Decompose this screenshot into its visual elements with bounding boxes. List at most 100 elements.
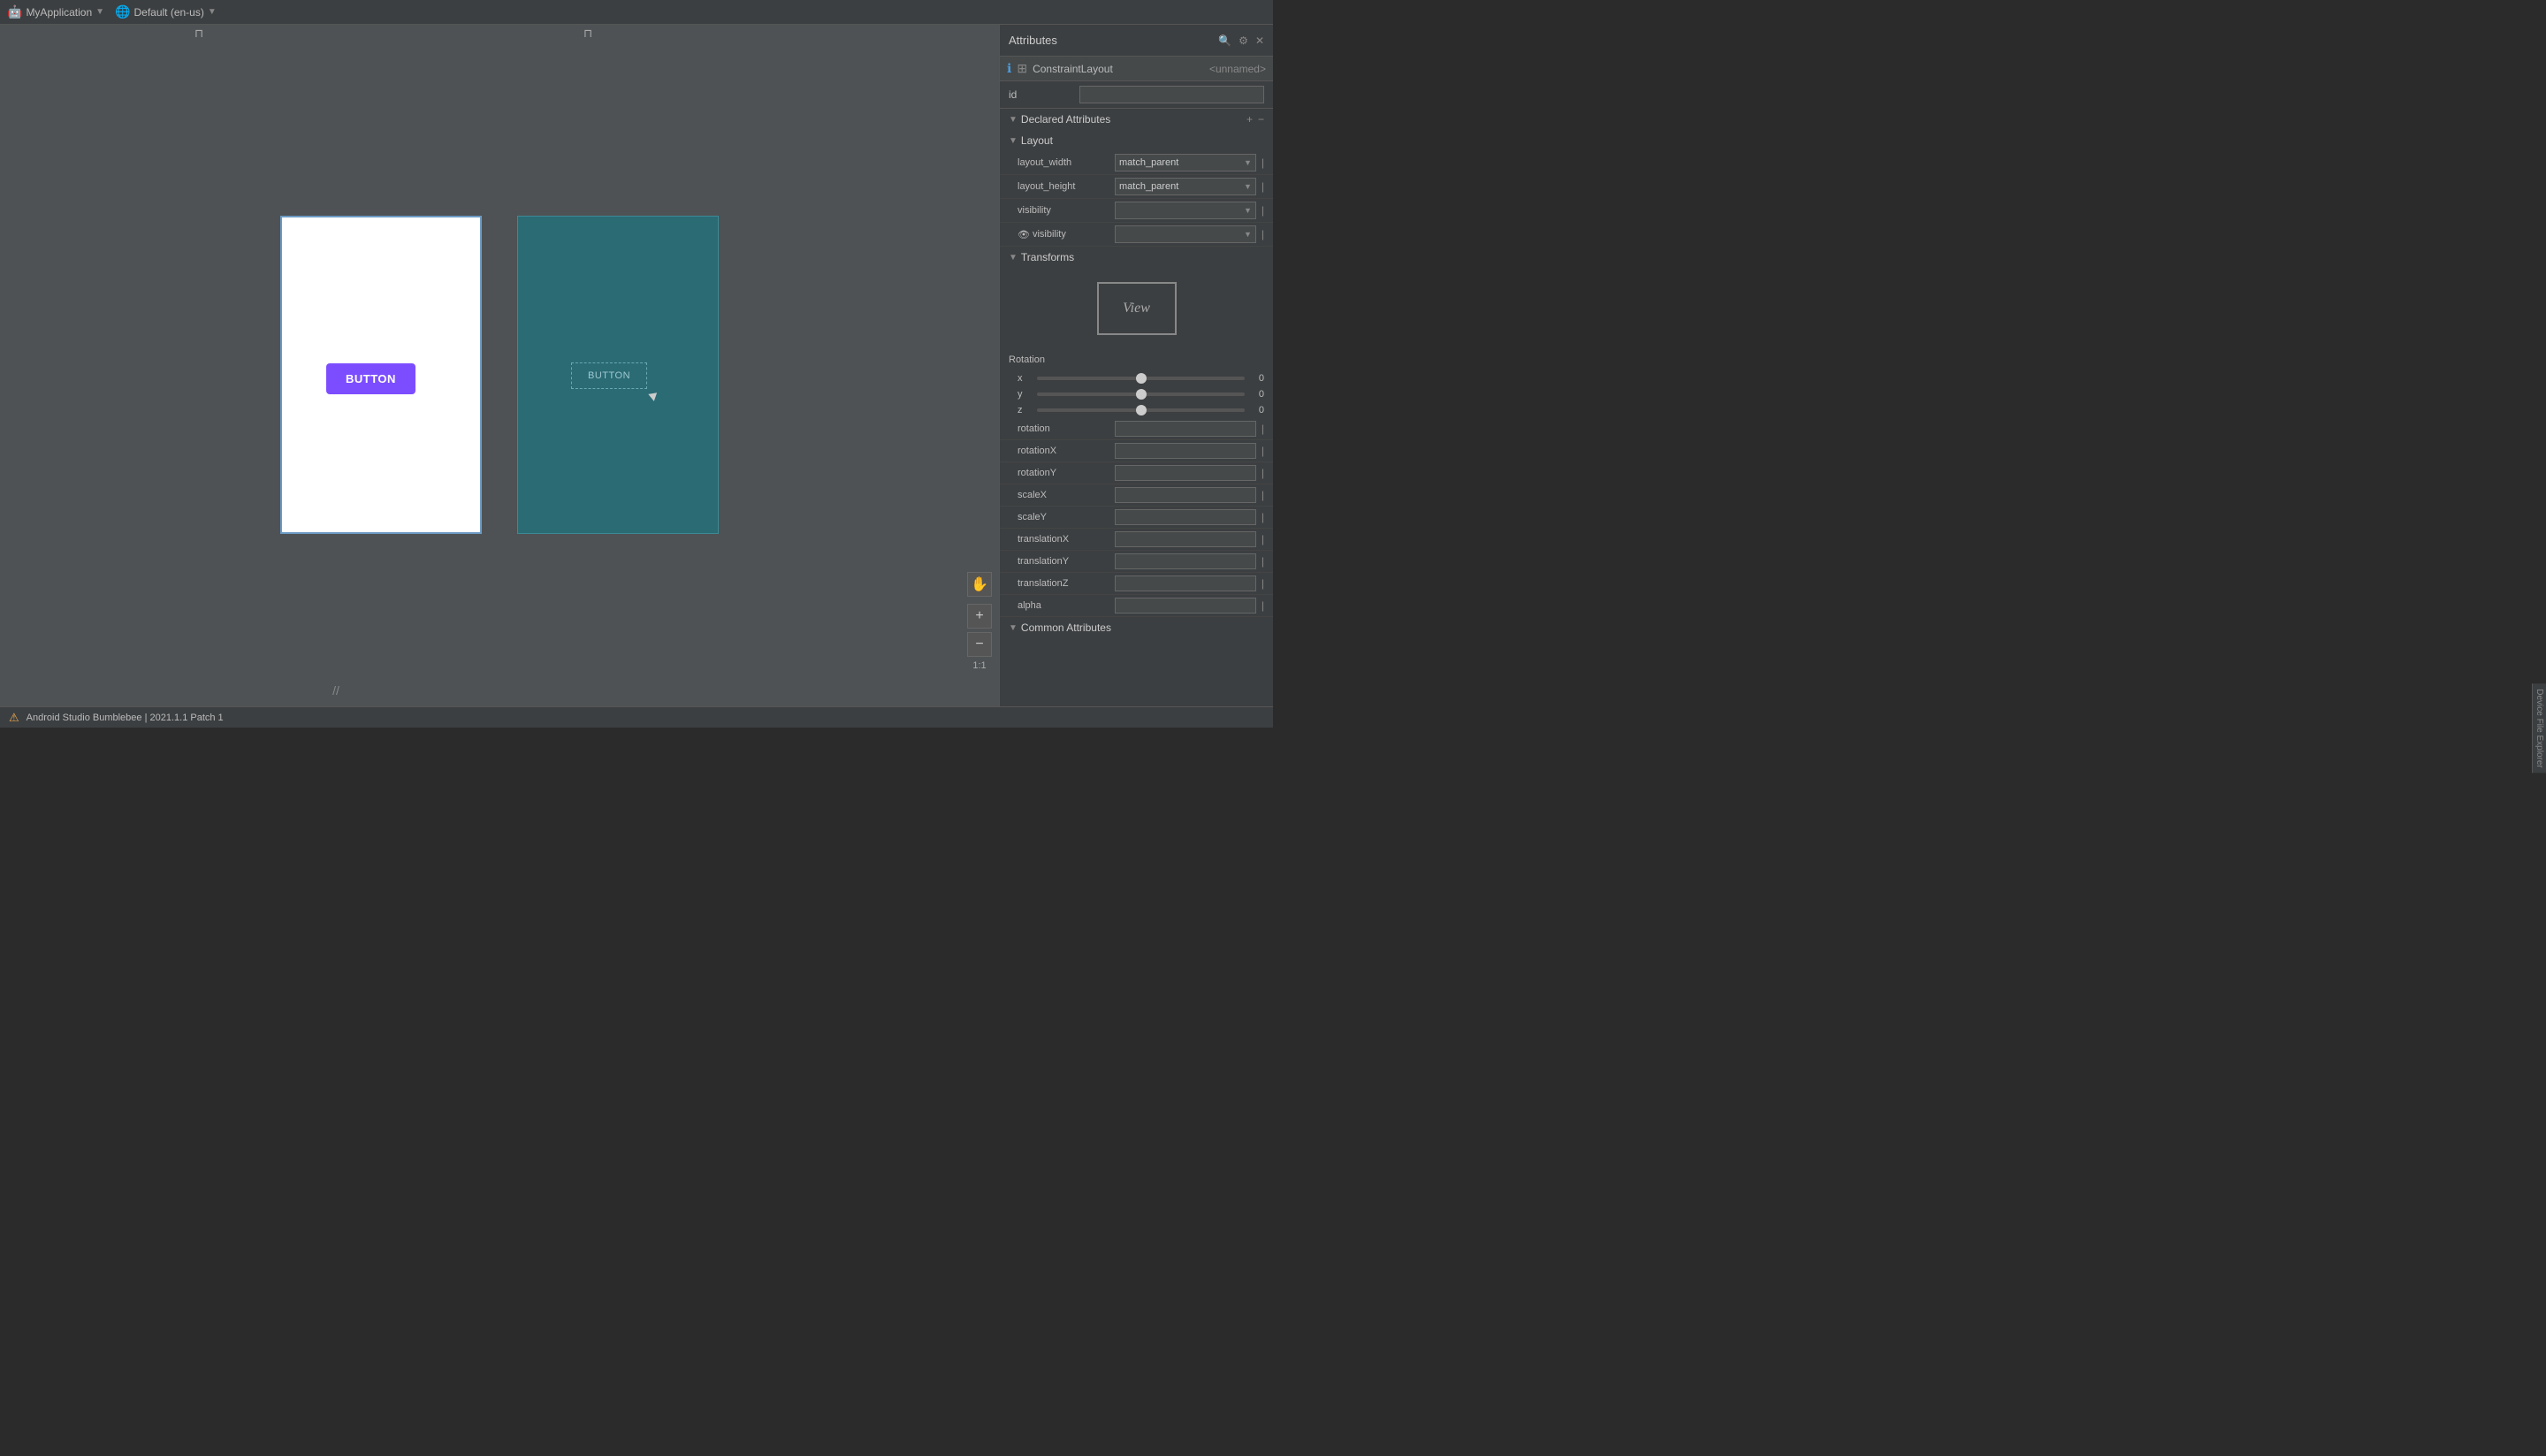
visibility-row: visibility ▼ | xyxy=(1000,199,1273,223)
visibility-side-icon[interactable]: | xyxy=(1262,204,1264,217)
panel-header-icons: 🔍 ⚙ ✕ xyxy=(1218,34,1264,47)
add-attribute-button[interactable]: + xyxy=(1246,113,1253,126)
layout-width-dropdown-text: match_parent xyxy=(1119,157,1178,168)
translationZ-side-icon[interactable]: | xyxy=(1262,577,1264,590)
scaleY-input[interactable] xyxy=(1115,509,1256,525)
dark-frame-button[interactable]: BUTTON xyxy=(571,362,647,389)
rotation-z-slider[interactable] xyxy=(1037,408,1245,412)
id-row: id xyxy=(1000,81,1273,109)
visibility2-label: 👁 visibility xyxy=(1018,229,1115,240)
transforms-label: Transforms xyxy=(1021,251,1264,263)
layout-height-dropdown-text: match_parent xyxy=(1119,181,1178,192)
declared-attributes-label: Declared Attributes xyxy=(1021,113,1243,126)
id-label: id xyxy=(1009,88,1079,101)
layout-section-header[interactable]: ▼ Layout xyxy=(1000,130,1273,151)
rotation-y-row: y 0 xyxy=(1000,386,1273,402)
config-icon: 🌐 xyxy=(115,4,130,19)
rotation-header-row: Rotation xyxy=(1000,349,1273,370)
scaleX-input[interactable] xyxy=(1115,487,1256,503)
view-preview-container: View xyxy=(1000,268,1273,349)
visibility-dropdown[interactable]: ▼ xyxy=(1115,202,1256,219)
config-name: Default (en-us) xyxy=(133,6,203,19)
visibility2-row: 👁 visibility ▼ | xyxy=(1000,223,1273,247)
layout-width-row: layout_width match_parent ▼ | xyxy=(1000,151,1273,175)
rotation-z-value: 0 xyxy=(1250,405,1264,415)
pin-left: ⊓ xyxy=(194,27,203,41)
rotation-attr-label: rotation xyxy=(1018,423,1115,434)
translationX-side-icon[interactable]: | xyxy=(1262,533,1264,545)
id-input[interactable] xyxy=(1079,86,1264,103)
rotationY-row: rotationY | xyxy=(1000,462,1273,484)
rotation-z-label: z xyxy=(1018,405,1032,415)
layout-section-label: Layout xyxy=(1021,134,1264,147)
scaleY-side-icon[interactable]: | xyxy=(1262,511,1264,523)
layout-width-value: match_parent ▼ | xyxy=(1115,154,1264,172)
rotationX-input[interactable] xyxy=(1115,443,1256,459)
scaleX-side-icon[interactable]: | xyxy=(1262,489,1264,501)
layout-height-side-icon[interactable]: | xyxy=(1262,180,1264,193)
rotation-attr-row: rotation | xyxy=(1000,418,1273,440)
layout-width-dropdown-arrow: ▼ xyxy=(1244,158,1252,167)
common-attributes-section-header[interactable]: ▼ Common Attributes xyxy=(1000,617,1273,638)
layout-chevron: ▼ xyxy=(1009,136,1018,146)
zoom-label: 1:1 xyxy=(972,660,986,671)
translationZ-row: translationZ | xyxy=(1000,573,1273,595)
rotation-y-value: 0 xyxy=(1250,389,1264,400)
declared-attributes-section-header[interactable]: ▼ Declared Attributes + − xyxy=(1000,109,1273,130)
rotationX-value: | xyxy=(1115,443,1264,459)
translationY-input[interactable] xyxy=(1115,553,1256,569)
rotation-x-label: x xyxy=(1018,373,1032,384)
rotation-y-slider[interactable] xyxy=(1037,393,1245,396)
light-frame-button[interactable]: BUTTON xyxy=(326,363,415,394)
layout-width-dropdown[interactable]: match_parent ▼ xyxy=(1115,154,1256,172)
layout-height-dropdown[interactable]: match_parent ▼ xyxy=(1115,178,1256,195)
rotation-x-row: x 0 xyxy=(1000,370,1273,386)
scaleY-row: scaleY | xyxy=(1000,507,1273,529)
zoom-out-button[interactable]: − xyxy=(967,632,992,657)
translationY-side-icon[interactable]: | xyxy=(1262,555,1264,568)
rotationY-value: | xyxy=(1115,465,1264,481)
alpha-input[interactable] xyxy=(1115,598,1256,614)
visibility2-dropdown-arrow: ▼ xyxy=(1244,230,1252,239)
settings-icon[interactable]: ⚙ xyxy=(1239,34,1248,47)
rotationY-side-icon[interactable]: | xyxy=(1262,467,1264,479)
config-selector[interactable]: 🌐 Default (en-us) ▼ xyxy=(115,4,217,19)
remove-attribute-button[interactable]: − xyxy=(1258,113,1264,126)
status-bar: ⚠ Android Studio Bumblebee | 2021.1.1 Pa… xyxy=(0,706,1273,728)
alpha-value: | xyxy=(1115,598,1264,614)
visibility2-side-icon[interactable]: | xyxy=(1262,228,1264,240)
layout-height-row: layout_height match_parent ▼ | xyxy=(1000,175,1273,199)
rotation-z-row: z 0 xyxy=(1000,402,1273,418)
transforms-section-header[interactable]: ▼ Transforms xyxy=(1000,247,1273,268)
constraint-layout-name: ConstraintLayout xyxy=(1033,63,1113,75)
alpha-side-icon[interactable]: | xyxy=(1262,599,1264,612)
scaleX-label: scaleX xyxy=(1018,490,1115,500)
translationX-input[interactable] xyxy=(1115,531,1256,547)
zoom-in-button[interactable]: + xyxy=(967,604,992,629)
rotation-attr-side-icon[interactable]: | xyxy=(1262,423,1264,435)
translationY-value: | xyxy=(1115,553,1264,569)
rotationX-side-icon[interactable]: | xyxy=(1262,445,1264,457)
panel-content[interactable]: ▼ Declared Attributes + − ▼ Layout layou… xyxy=(1000,109,1273,706)
common-attributes-label: Common Attributes xyxy=(1021,621,1264,634)
rotationY-input[interactable] xyxy=(1115,465,1256,481)
translationX-label: translationX xyxy=(1018,534,1115,545)
pan-tool-button[interactable]: ✋ xyxy=(967,572,992,597)
layout-height-dropdown-arrow: ▼ xyxy=(1244,182,1252,191)
rotation-attr-input[interactable] xyxy=(1115,421,1256,437)
visibility-label: visibility xyxy=(1018,205,1115,216)
canvas-area[interactable]: ⊓ ⊓ BUTTON BUTTON // ✋ + − 1:1 xyxy=(0,25,999,706)
search-icon[interactable]: 🔍 xyxy=(1218,34,1231,47)
rotation-x-slider[interactable] xyxy=(1037,377,1245,380)
visibility-dropdown-arrow: ▼ xyxy=(1244,206,1252,215)
translationZ-input[interactable] xyxy=(1115,576,1256,591)
cursor-indicator xyxy=(649,393,658,401)
visibility2-dropdown[interactable]: ▼ xyxy=(1115,225,1256,243)
layout-height-value: match_parent ▼ | xyxy=(1115,178,1264,195)
visibility2-value: ▼ | xyxy=(1115,225,1264,243)
layout-width-side-icon[interactable]: | xyxy=(1262,156,1264,169)
app-name: MyApplication xyxy=(26,6,92,19)
close-icon[interactable]: ✕ xyxy=(1255,34,1264,47)
app-selector[interactable]: 🤖 MyApplication ▼ xyxy=(7,4,104,19)
translationX-value: | xyxy=(1115,531,1264,547)
